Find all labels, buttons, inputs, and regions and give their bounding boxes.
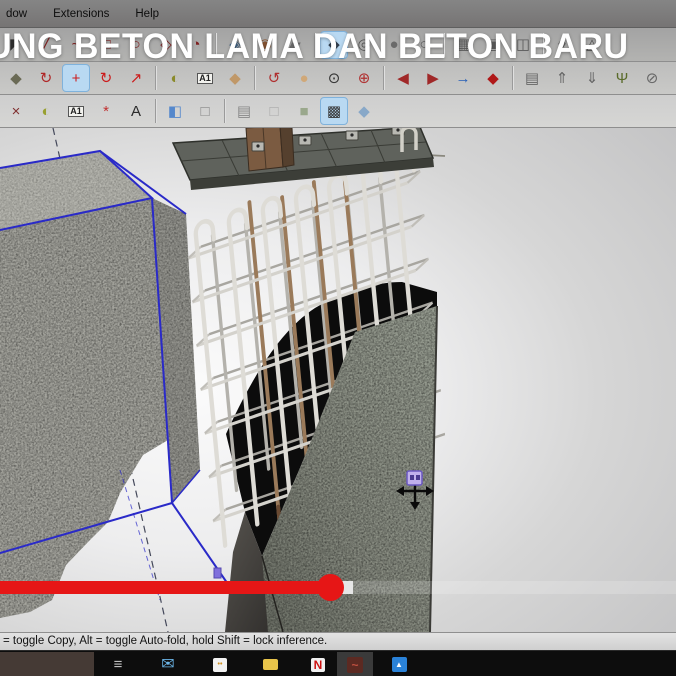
toolbar-row-3: × ◐ A1 * A ◧ □ ▤ □ ■ ▩ ◆ <box>0 95 676 128</box>
menu-bar: dow Extensions Help <box>0 0 676 28</box>
scale-tool-icon[interactable]: ↗ <box>123 65 149 91</box>
inference-marker <box>213 567 222 579</box>
store-icon[interactable]: •• <box>202 652 238 676</box>
circle-tool-icon[interactable]: ○ <box>123 32 149 58</box>
zoom-extents-icon[interactable]: ⊕ <box>351 65 377 91</box>
taskbar-left-block <box>0 652 94 676</box>
teapot-render-2-icon[interactable]: ○ <box>411 32 437 58</box>
video-progress-played <box>0 581 330 594</box>
previous-view-icon[interactable]: ◀ <box>390 65 416 91</box>
toolbar-separator <box>512 66 514 90</box>
toolbar-separator <box>314 32 316 57</box>
select-tool-icon[interactable]: ◤ <box>3 32 29 58</box>
menu-window[interactable]: dow <box>4 6 29 22</box>
hidden-line-mode-icon[interactable]: □ <box>261 98 287 124</box>
menu-help[interactable]: Help <box>133 6 161 22</box>
instructor-icon[interactable]: △ <box>579 32 605 58</box>
netflix-icon[interactable]: N <box>300 652 336 676</box>
video-playhead[interactable] <box>317 574 344 601</box>
eraser-icon[interactable]: ▰ <box>282 32 308 58</box>
grass-fur-icon[interactable]: Ψ <box>609 65 635 91</box>
paint-bucket-icon[interactable]: ◉ <box>252 32 278 58</box>
windows-taskbar[interactable]: ≡ ✉ •• N ~ ▲ <box>0 650 676 676</box>
measure-tool-icon[interactable]: ◆ <box>222 65 248 91</box>
text-annotation-icon[interactable]: A1 <box>63 98 89 124</box>
back-edges-mode-icon[interactable]: ▤ <box>231 98 257 124</box>
menu-extensions[interactable]: Extensions <box>51 6 111 22</box>
zoom-tool-icon[interactable]: ⊙ <box>321 65 347 91</box>
move-tool-icon[interactable]: + <box>62 64 90 92</box>
app-chrome: dow Extensions Help ◤ ╱ ~ □ ○ ◇ ◔ ◈ ◉ ▰ ◆ ◎ ● ○ ▦ ▣ ◫ ◊ △ ◆ ↻… <box>0 0 676 128</box>
toolbar-separator <box>155 99 157 123</box>
photos-icon[interactable]: ▲ <box>381 652 417 676</box>
task-view-icon[interactable]: ≡ <box>100 652 136 676</box>
axes-partial-icon[interactable]: × <box>3 98 29 124</box>
file-explorer-icon-tile <box>262 659 278 670</box>
toolbar-separator <box>443 32 445 57</box>
drape-up-icon[interactable]: ⇑ <box>549 65 575 91</box>
line-tool-icon[interactable]: ╱ <box>33 32 59 58</box>
old-concrete-block[interactable] <box>0 145 233 625</box>
highlighted-tool-icon[interactable]: ◆ <box>320 30 348 59</box>
export-icon[interactable]: → <box>450 65 476 91</box>
toolbar-row-1: ◤ ╱ ~ □ ○ ◇ ◔ ◈ ◉ ▰ ◆ ◎ ● ○ ▦ ▣ ◫ ◊ △ <box>0 28 676 62</box>
styles-dialog-icon[interactable]: ◫ <box>510 32 536 58</box>
textured-mode-icon[interactable]: ▩ <box>320 97 348 125</box>
file-explorer-icon[interactable] <box>252 652 288 676</box>
walk-tool-icon[interactable]: ◎ <box>351 32 377 58</box>
scene-canvas <box>0 128 446 632</box>
sandbox-table-icon[interactable]: ◊ <box>549 32 575 58</box>
photos-icon-tile: ▲ <box>391 657 407 672</box>
pan-tool-icon[interactable]: ● <box>291 65 317 91</box>
toolbar-separator <box>215 32 217 57</box>
status-message: = toggle Copy, Alt = toggle Auto-fold, h… <box>3 635 328 647</box>
mail-icon[interactable]: ✉ <box>150 652 186 676</box>
toolbar-separator <box>383 66 385 90</box>
lock-dialog-icon[interactable]: ▣ <box>480 32 506 58</box>
arc-tool-icon[interactable]: ◔ <box>183 32 209 58</box>
toolbar-separator <box>254 66 256 90</box>
drape-down-icon[interactable]: ⇓ <box>579 65 605 91</box>
freehand-tool-icon[interactable]: ~ <box>63 32 89 58</box>
next-view-icon[interactable]: ▶ <box>420 65 446 91</box>
active-app-icon-tile: ~ <box>347 656 363 673</box>
netflix-icon-tile: N <box>311 657 325 672</box>
monochrome-mode-icon[interactable]: ◆ <box>351 98 377 124</box>
formwork-plate[interactable] <box>171 128 446 190</box>
toolbar-separator <box>224 99 226 123</box>
gem-icon[interactable]: ◆ <box>480 65 506 91</box>
xray-mode-icon[interactable]: ◧ <box>162 98 188 124</box>
axes-tool-icon[interactable]: * <box>93 98 119 124</box>
teapot-render-icon[interactable]: ● <box>381 32 407 58</box>
3d-text-tool-icon[interactable]: A <box>123 98 149 124</box>
store-icon-tile: •• <box>213 657 227 672</box>
offset-tool-icon[interactable]: ◆ <box>3 65 29 91</box>
follow-me-tool-icon[interactable]: ↻ <box>33 65 59 91</box>
wireframe-mode-icon[interactable]: □ <box>192 98 218 124</box>
rectangle-tool-icon[interactable]: □ <box>93 32 119 58</box>
pushpull-tool-icon[interactable]: ◐ <box>162 65 188 91</box>
toolbar-separator <box>155 66 157 90</box>
polygon-tool-icon[interactable]: ◇ <box>153 32 179 58</box>
window-dialog-icon[interactable]: ▦ <box>450 32 476 58</box>
smoove-icon[interactable]: ⊘ <box>639 65 665 91</box>
active-app-icon[interactable]: ~ <box>337 652 373 676</box>
shaded-mode-icon[interactable]: ■ <box>291 98 317 124</box>
toolbar-separator <box>542 32 544 57</box>
model-viewport[interactable] <box>0 128 676 632</box>
status-bar: = toggle Copy, Alt = toggle Auto-fold, h… <box>0 632 676 650</box>
make-component-icon[interactable]: ◈ <box>222 32 248 58</box>
shell-tool-icon[interactable]: ◐ <box>33 98 59 124</box>
sandbox-contours-icon[interactable]: ▤ <box>519 65 545 91</box>
rotate-tool-icon[interactable]: ↻ <box>93 65 119 91</box>
toolbar-row-2: ◆ ↻ + ↻ ↗ ◐ A1 ◆ ↺ ● ⊙ ⊕ ◀ ▶ → ◆ ▤ ⇑ ⇓ Ψ ⊘ <box>0 62 676 95</box>
orbit-tool-icon[interactable]: ↺ <box>261 65 287 91</box>
text-tool-icon[interactable]: A1 <box>192 65 218 91</box>
sketchup-video-frame: dow Extensions Help ◤ ╱ ~ □ ○ ◇ ◔ ◈ ◉ ▰ ◆ ◎ ● ○ ▦ ▣ ◫ ◊ △ ◆ ↻… <box>0 0 676 676</box>
